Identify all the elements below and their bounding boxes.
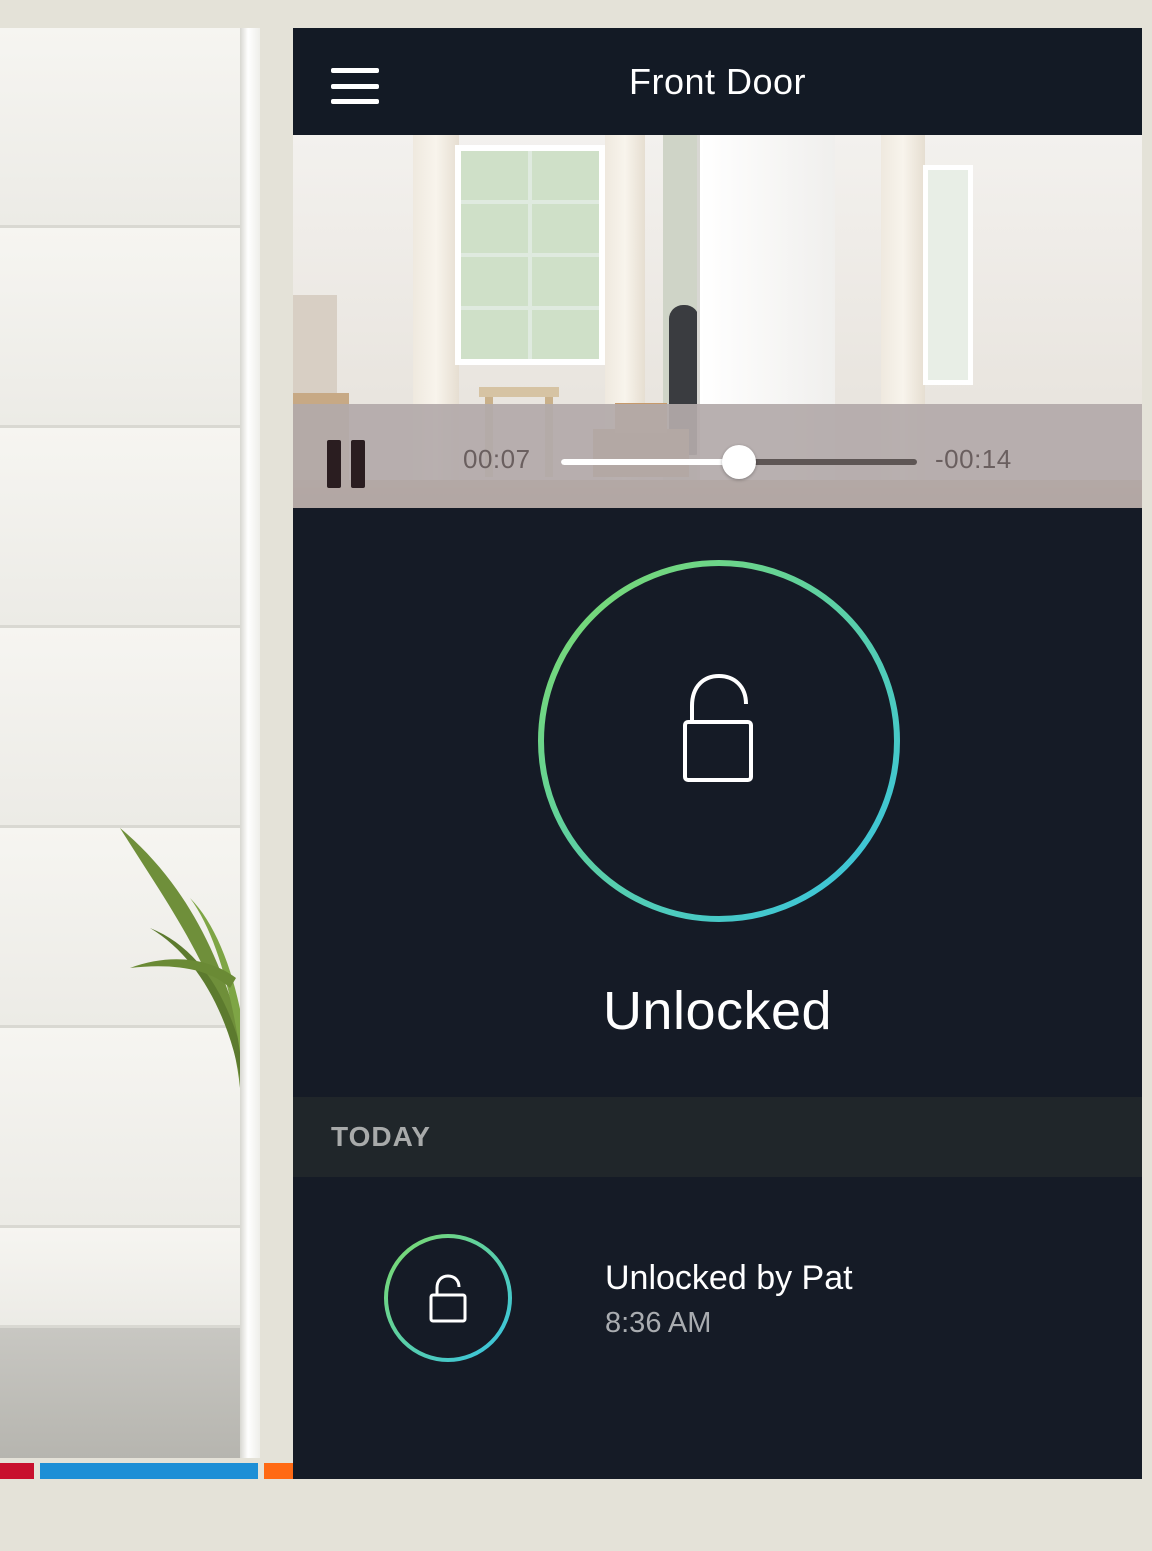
scrubber-progress	[561, 459, 739, 465]
siding-board	[0, 228, 240, 428]
door-frame-post	[240, 28, 260, 1458]
page-title: Front Door	[628, 60, 807, 102]
background-photo-wall	[0, 28, 260, 1458]
unlocked-padlock-icon	[384, 1234, 512, 1362]
list-item[interactable]: Unlocked by Pat 8:36 AM	[293, 1177, 1142, 1377]
lock-app-screen: Front Door 00:07 -00:14 Unlocked TODAY U…	[293, 28, 1142, 1479]
app-header: Front Door	[293, 28, 1142, 135]
hamburger-menu-icon[interactable]	[331, 68, 379, 104]
video-controls: 00:07 -00:14	[293, 404, 1142, 508]
siding-board	[0, 28, 240, 228]
ground-step	[0, 1328, 240, 1458]
siding-board	[0, 1228, 240, 1328]
history-section-header: TODAY	[293, 1097, 1142, 1177]
section-label: TODAY	[331, 1121, 431, 1152]
event-time: 8:36 AM	[605, 1307, 712, 1339]
video-scrubber[interactable]	[561, 445, 917, 479]
lock-status-label: Unlocked	[602, 981, 833, 1041]
stripe-red	[0, 1463, 34, 1479]
room-window	[923, 165, 973, 385]
room-window	[455, 145, 605, 365]
elapsed-time: 00:07	[463, 444, 531, 474]
pause-icon[interactable]	[327, 440, 371, 488]
scrubber-handle[interactable]	[722, 445, 756, 479]
siding-board	[0, 428, 240, 628]
remaining-time: -00:14	[935, 444, 1012, 474]
unlocked-padlock-icon	[683, 674, 753, 782]
screenshot-stage: Front Door 00:07 -00:14 Unlocked TODAY U…	[0, 0, 1152, 1551]
lock-status-area: Unlocked	[293, 508, 1142, 1097]
plant-leaves-icon	[120, 828, 248, 1088]
camera-video-player[interactable]: 00:07 -00:14	[293, 135, 1142, 508]
room-cushion	[293, 295, 337, 395]
stripe-blue	[40, 1463, 258, 1479]
lock-toggle-button[interactable]	[536, 558, 902, 924]
event-title: Unlocked by Pat	[605, 1259, 853, 1297]
